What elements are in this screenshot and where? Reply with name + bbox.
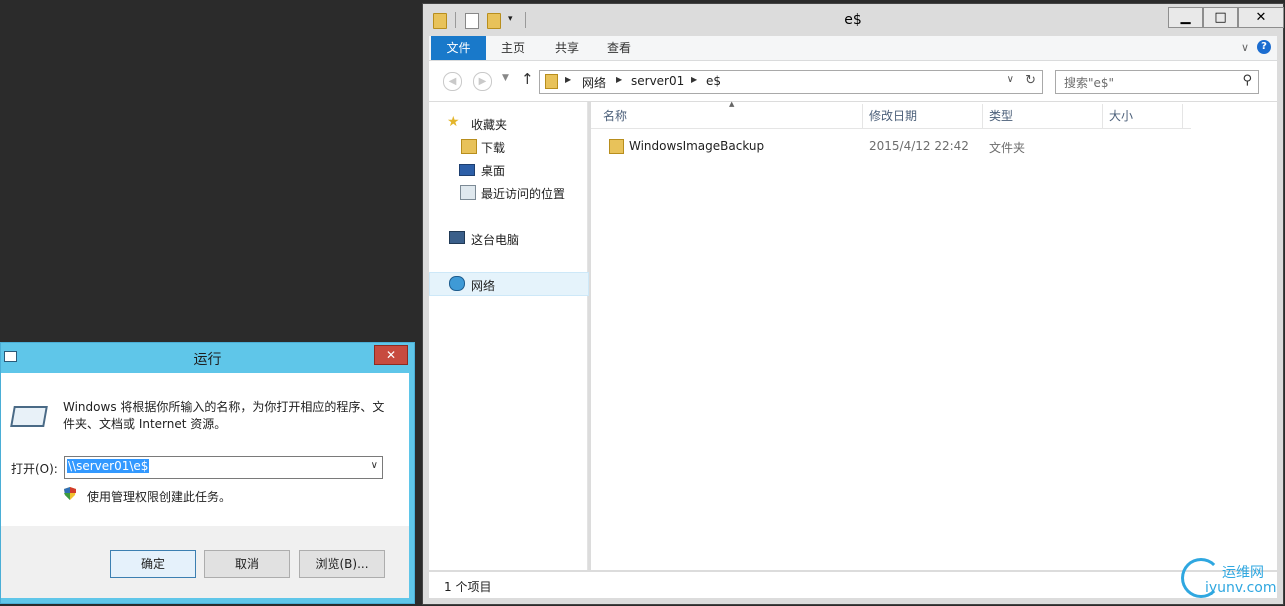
forward-button[interactable]: ▶ [473, 72, 492, 91]
back-button[interactable]: ◀ [443, 72, 462, 91]
breadcrumb-arrow-icon[interactable]: ▶ [616, 75, 622, 84]
item-count: 1 个项目 [444, 580, 492, 594]
help-icon[interactable]: ? [1257, 40, 1271, 54]
breadcrumb-network[interactable]: 网络 [582, 74, 606, 91]
sidebar-item-desktop[interactable]: 桌面 [429, 158, 587, 180]
run-titlebar: 运行 ✕ [1, 343, 414, 373]
ok-button[interactable]: 确定 [110, 550, 196, 578]
chevron-down-icon[interactable]: ∨ [1007, 74, 1014, 85]
chevron-down-icon[interactable]: ∨ [371, 460, 378, 471]
file-date: 2015/4/12 22:42 [869, 139, 969, 153]
breadcrumb-share[interactable]: e$ [706, 74, 721, 88]
run-program-icon [10, 406, 48, 427]
window-title: e$ [844, 12, 862, 28]
browse-button[interactable]: 浏览(B)... [299, 550, 385, 578]
sidebar-item-label: 下载 [481, 141, 506, 155]
maximize-button[interactable]: □ [1203, 7, 1238, 28]
network-icon [449, 276, 465, 291]
watermark-line1: 运维网 [1222, 565, 1264, 581]
shield-icon [64, 487, 76, 500]
file-list: ▲ 名称 修改日期 类型 大小 WindowsImageBackup 2015/… [591, 100, 1277, 570]
run-description: Windows 将根据你所输入的名称，为你打开相应的程序、文件夹、文档或 Int… [63, 400, 385, 431]
tab-view[interactable]: 查看 [597, 36, 641, 60]
computer-icon [449, 231, 465, 244]
search-placeholder: 搜索"e$" [1064, 76, 1115, 90]
open-combobox[interactable]: \\server01\e$ ∨ [64, 456, 383, 479]
close-button[interactable]: ✕ [374, 345, 408, 365]
address-bar[interactable]: ▶ 网络 ▶ server01 ▶ e$ ∨ ↻ [539, 70, 1043, 94]
network-share-icon [545, 74, 558, 89]
watermark-line2: iyunv.com [1205, 580, 1277, 596]
tab-share[interactable]: 共享 [545, 36, 589, 60]
column-size[interactable]: 大小 [1103, 104, 1183, 128]
folder-icon [609, 139, 624, 154]
status-bar: 1 个项目 [429, 572, 1277, 598]
up-button[interactable]: ↑ [521, 70, 534, 88]
cancel-button[interactable]: 取消 [204, 550, 290, 578]
downloads-icon [461, 139, 477, 154]
run-body: Windows 将根据你所输入的名称，为你打开相应的程序、文件夹、文档或 Int… [1, 373, 409, 526]
explorer-window: ▾ e$ ▁ □ ✕ 文件 主页 共享 查看 ∨ ? ◀ ▶ ▼ ↑ ▶ 网络 … [422, 3, 1284, 605]
sidebar-item-downloads[interactable]: 下载 [429, 135, 587, 157]
ribbon: 文件 主页 共享 查看 ∨ ? [429, 36, 1277, 61]
column-type[interactable]: 类型 [983, 104, 1103, 128]
column-name[interactable]: 名称 [597, 104, 863, 128]
sidebar-item-label: 这台电脑 [471, 233, 520, 247]
refresh-icon[interactable]: ↻ [1025, 73, 1036, 88]
search-input[interactable]: 搜索"e$" ⚲ [1055, 70, 1259, 94]
file-name: WindowsImageBackup [629, 139, 765, 153]
desktop-icon [459, 164, 475, 176]
recent-places-icon [460, 185, 476, 200]
sidebar-item-label: 收藏夹 [471, 118, 508, 132]
open-input-value[interactable]: \\server01\e$ [67, 459, 150, 473]
navigation-pane: ★ 收藏夹 下载 桌面 最近访问的位置 这台电脑 网络 [429, 102, 589, 570]
dialog-title: 运行 [193, 352, 222, 368]
column-header-row: ▲ 名称 修改日期 类型 大小 [591, 100, 1191, 129]
tab-file[interactable]: 文件 [431, 36, 486, 60]
open-label: 打开(O): [11, 462, 58, 476]
sidebar-item-this-pc[interactable]: 这台电脑 [429, 227, 587, 249]
navigation-bar: ◀ ▶ ▼ ↑ ▶ 网络 ▶ server01 ▶ e$ ∨ ↻ 搜索"e$" … [429, 61, 1277, 101]
admin-note: 使用管理权限创建此任务。 [87, 490, 232, 504]
run-dialog: 运行 ✕ Windows 将根据你所输入的名称，为你打开相应的程序、文件夹、文档… [0, 342, 415, 604]
tab-home[interactable]: 主页 [491, 36, 535, 60]
sidebar-item-label: 最近访问的位置 [481, 187, 566, 201]
star-icon: ★ [447, 114, 460, 130]
explorer-titlebar: ▾ e$ ▁ □ ✕ [423, 4, 1284, 36]
sidebar-item-recent[interactable]: 最近访问的位置 [429, 181, 587, 203]
table-row[interactable]: WindowsImageBackup 2015/4/12 22:42 文件夹 [591, 134, 1191, 158]
sidebar-item-network[interactable]: 网络 [429, 272, 589, 296]
sidebar-item-label: 桌面 [481, 164, 506, 178]
sidebar-item-favorites[interactable]: ★ 收藏夹 [429, 112, 587, 134]
minimize-button[interactable]: ▁ [1168, 7, 1203, 28]
run-footer: 确定 取消 浏览(B)... [1, 526, 409, 598]
search-icon[interactable]: ⚲ [1242, 73, 1252, 88]
sidebar-item-label: 网络 [471, 279, 496, 293]
breadcrumb-server[interactable]: server01 [631, 74, 684, 88]
expand-ribbon-icon[interactable]: ∨ [1241, 41, 1249, 54]
file-type: 文件夹 [989, 141, 1026, 155]
recent-locations-icon[interactable]: ▼ [502, 73, 509, 83]
breadcrumb-arrow-icon[interactable]: ▶ [691, 75, 697, 84]
breadcrumb-arrow-icon[interactable]: ▶ [565, 75, 571, 84]
column-date-modified[interactable]: 修改日期 [863, 104, 983, 128]
close-button[interactable]: ✕ [1238, 7, 1284, 28]
